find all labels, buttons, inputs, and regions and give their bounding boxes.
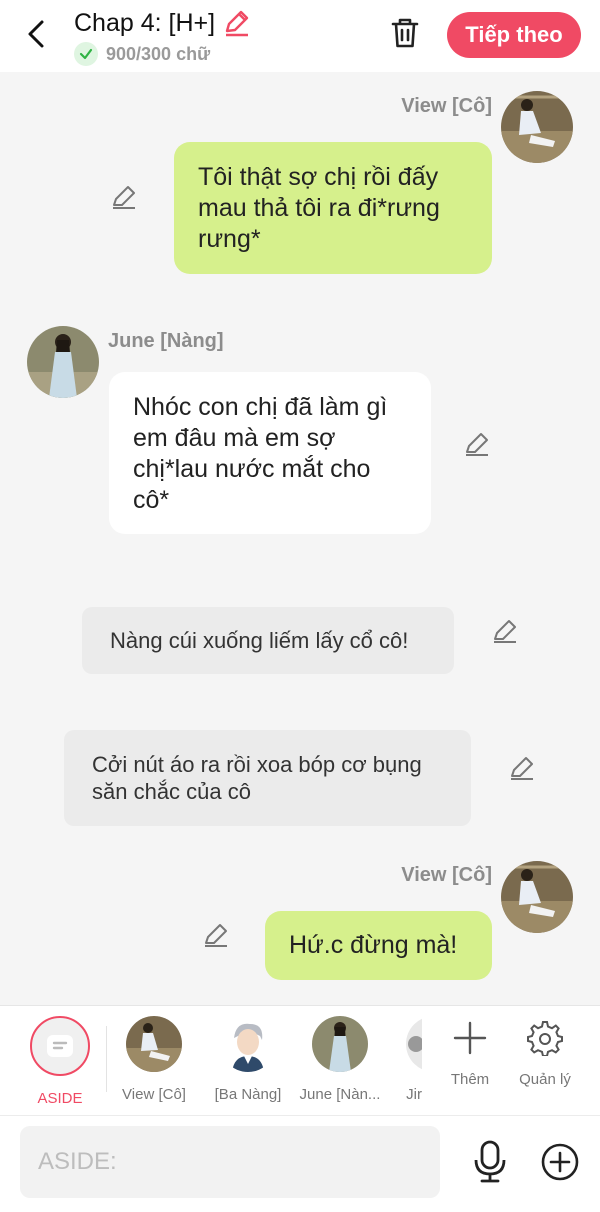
mic-icon[interactable] <box>470 1140 510 1184</box>
trash-icon[interactable] <box>388 16 422 50</box>
message-input[interactable] <box>20 1126 440 1198</box>
word-count: 900/300 chữ <box>106 43 211 64</box>
top-bar: Chap 4: [H+] 900/300 chữ Tiếp theo <box>0 0 600 72</box>
edit-icon[interactable] <box>110 183 138 211</box>
manage-label: Quản lý <box>519 1071 571 1088</box>
chapter-title: Chap 4: [H+] <box>74 8 216 37</box>
narration-bubble[interactable]: Nàng cúi xuống liếm lấy cổ cô! <box>82 607 454 674</box>
add-label: Thêm <box>450 1071 490 1088</box>
avatar <box>406 1016 422 1072</box>
avatar-june[interactable] <box>27 326 99 398</box>
add-character-button[interactable]: Thêm <box>435 1020 505 1088</box>
character-selector: ASIDE View [Cô] [Ba Nàng] June [Nàn... J… <box>0 1005 600 1115</box>
message-bubble[interactable]: Tôi thật sợ chị rồi đấy mau thả tôi ra đ… <box>174 142 492 274</box>
character-label: [Ba Nàng] <box>214 1086 282 1103</box>
gear-icon <box>527 1021 563 1057</box>
pen-icon[interactable] <box>221 8 251 38</box>
back-icon <box>28 20 44 48</box>
check-icon <box>74 42 98 66</box>
divider <box>106 1026 107 1092</box>
narration-bubble[interactable]: Cởi nút áo ra rồi xoa bóp cơ bụng săn ch… <box>64 730 471 826</box>
character-label: ASIDE <box>37 1090 83 1107</box>
character-label: Jir <box>406 1086 422 1103</box>
message-bubble[interactable]: Hứ.c đừng mà! <box>265 911 492 980</box>
plus-icon <box>453 1021 487 1055</box>
avatar <box>312 1016 368 1072</box>
avatar-view[interactable] <box>501 861 573 933</box>
chapter-title-row[interactable]: Chap 4: [H+] <box>74 8 251 38</box>
composer <box>0 1115 600 1212</box>
character-view[interactable]: View [Cô] <box>108 1016 200 1103</box>
word-count-row: 900/300 chữ <box>74 42 210 66</box>
sender-name: View [Cô] <box>401 95 492 117</box>
avatar <box>126 1016 182 1072</box>
edit-icon[interactable] <box>508 754 536 782</box>
avatar <box>220 1016 276 1072</box>
sender-name: June [Nàng] <box>108 330 224 352</box>
character-ba-nang[interactable]: [Ba Nàng] <box>202 1016 294 1103</box>
back-button[interactable] <box>22 18 50 50</box>
manage-button[interactable]: Quản lý <box>510 1020 580 1088</box>
aside-icon <box>30 1016 90 1076</box>
next-button[interactable]: Tiếp theo <box>447 12 581 58</box>
character-label: View [Cô] <box>122 1086 186 1103</box>
message-bubble[interactable]: Nhóc con chị đã làm gì em đâu mà em sợ c… <box>109 372 431 534</box>
sender-name: View [Cô] <box>401 864 492 886</box>
edit-icon[interactable] <box>491 617 519 645</box>
edit-icon[interactable] <box>463 430 491 458</box>
character-jir[interactable]: Jir <box>372 1016 422 1103</box>
avatar-view[interactable] <box>501 91 573 163</box>
edit-icon[interactable] <box>202 921 230 949</box>
add-circle-icon[interactable] <box>540 1142 580 1182</box>
character-aside[interactable]: ASIDE <box>14 1016 106 1107</box>
